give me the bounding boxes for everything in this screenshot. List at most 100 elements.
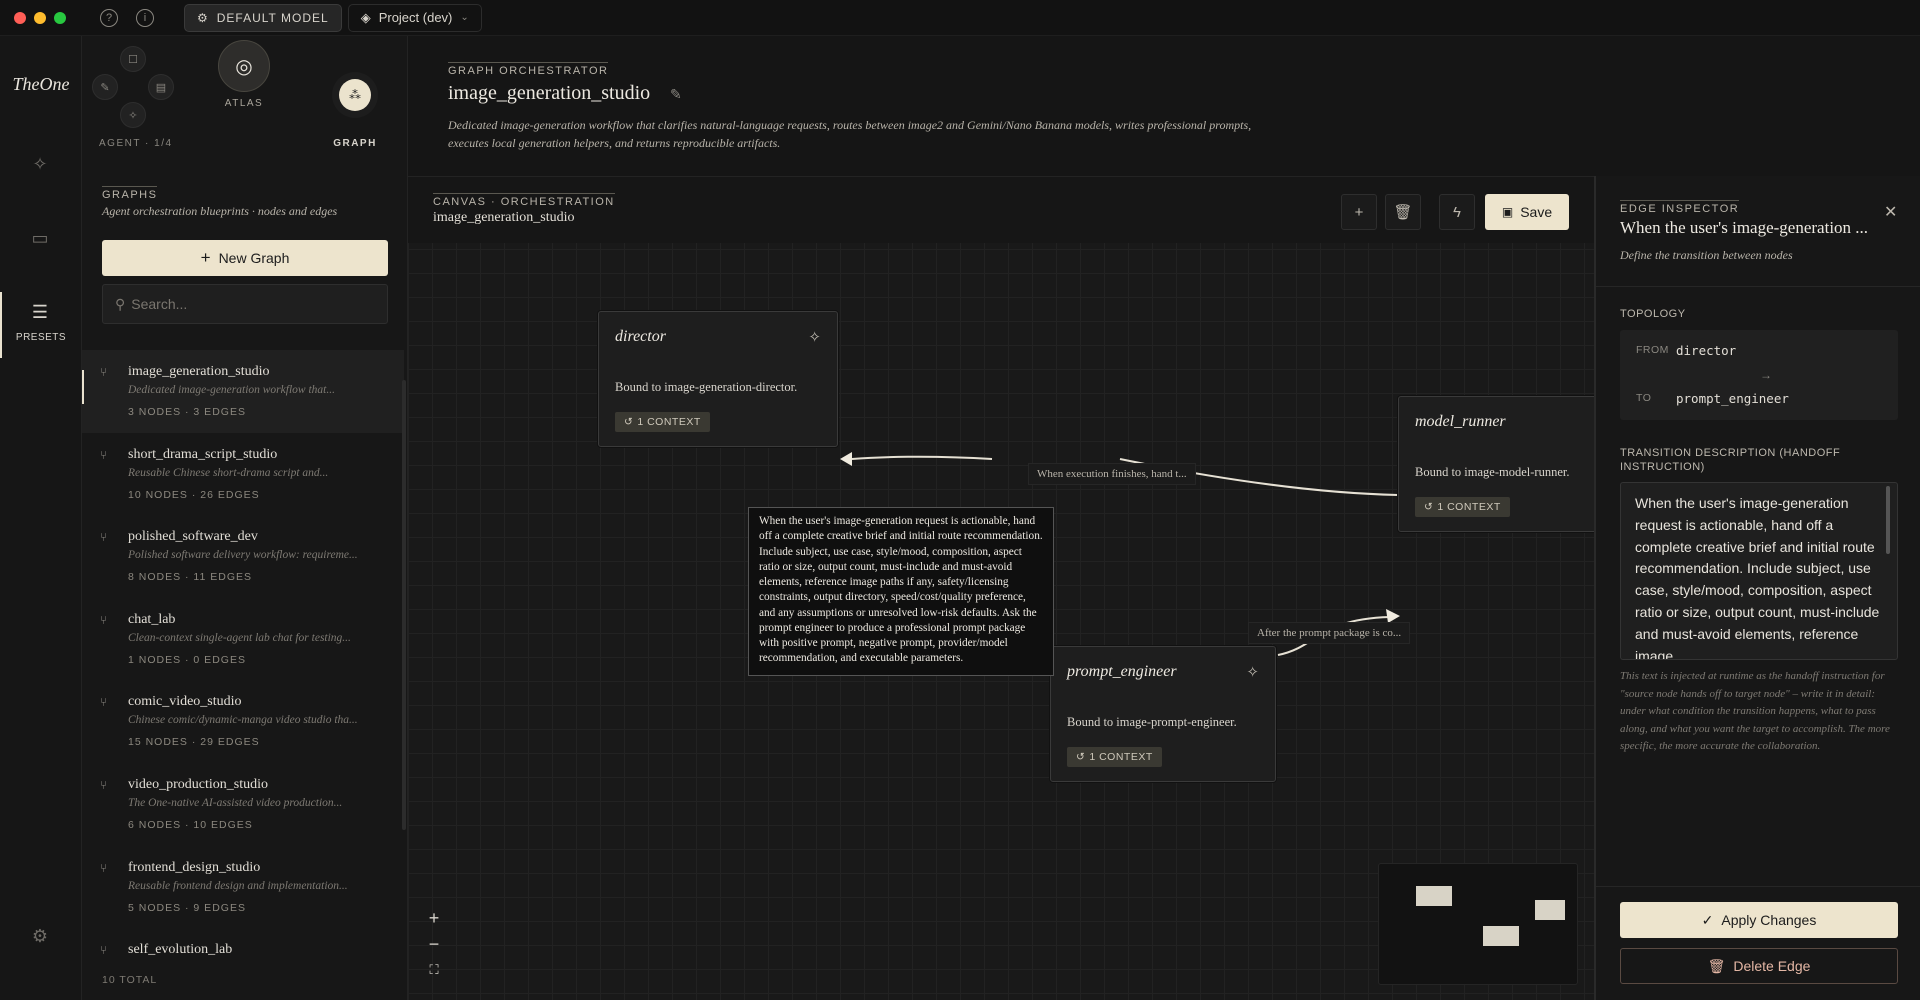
sparkle-icon[interactable]: ✧	[808, 328, 821, 346]
search-input[interactable]	[131, 296, 372, 312]
edge-runner-to-director-tail	[851, 455, 993, 460]
search-icon: ⚲	[115, 295, 126, 312]
minimap-node	[1416, 886, 1452, 906]
graphs-sidebar: ☐ ✎ ▤ ✧ AGENT · 1/4 ◎ ATLAS ⁂ GRAPH GRAP…	[82, 36, 408, 1000]
node-title: model_runner	[1415, 413, 1506, 430]
atlas-orbit-icon: ◎	[235, 55, 253, 78]
settings-gear-icon[interactable]: ⚙	[29, 926, 51, 948]
delete-edge-button[interactable]: 🗑 Delete Edge	[1620, 948, 1898, 984]
info-icon[interactable]: i	[136, 8, 154, 27]
divider	[1596, 286, 1920, 287]
arrowhead-runner	[1386, 609, 1400, 623]
agent-count-label: AGENT · 1/4	[99, 138, 173, 149]
textarea-scrollbar[interactable]	[1886, 486, 1890, 554]
graph-nodes-icon: ⁂	[339, 79, 371, 111]
graph-list-item[interactable]: ⑂ chat_lab Clean-context single-agent la…	[82, 598, 404, 681]
sidebar-scrollbar[interactable]	[402, 380, 406, 830]
node-description: Bound to image-model-runner.	[1415, 465, 1570, 479]
graph-list-item[interactable]: ⑂ video_production_studio The One-native…	[82, 763, 404, 846]
maximize-window-button[interactable]	[54, 11, 66, 24]
transition-description-textarea[interactable]: When the user's image-generation request…	[1620, 482, 1898, 660]
agent-cluster[interactable]: ☐ ✎ ▤ ✧	[88, 46, 178, 136]
node-prompt-engineer[interactable]: prompt_engineer ✧ Bound to image-prompt-…	[1050, 646, 1276, 782]
graph-item-meta: 6 NODES · 10 EDGES	[128, 818, 253, 831]
page-title: image_generation_studio	[448, 82, 651, 104]
layers-icon: ◈	[360, 9, 371, 25]
close-window-button[interactable]	[14, 11, 26, 24]
branch-icon: ⑂	[100, 447, 108, 462]
agent-sparkle-icon: ✧	[120, 102, 146, 128]
graph-item-meta: 3 NODES · 3 EDGES	[128, 406, 246, 418]
rail-item-presets[interactable]: ☰ PRESETS	[0, 292, 82, 358]
project-selector[interactable]: ◈ Project (dev) ⌄	[347, 3, 482, 32]
arrow-right-icon: →	[1760, 368, 1772, 382]
graph-item-name: comic_video_studio	[128, 694, 242, 710]
default-model-button[interactable]: ⚙ DEFAULT MODEL	[184, 3, 342, 32]
node-description: Bound to image-prompt-engineer.	[1067, 715, 1237, 729]
help-icon[interactable]: ?	[100, 8, 118, 27]
branch-icon: ⑂	[100, 695, 108, 710]
edit-pencil-icon[interactable]: ✎	[670, 86, 682, 103]
graph-list-item[interactable]: ⑂ frontend_design_studio Reusable fronte…	[82, 846, 404, 929]
node-description: Bound to image-generation-director.	[615, 380, 798, 394]
branch-icon: ⑂	[100, 860, 108, 875]
graph-item-description: The One-native AI-assisted video product…	[128, 796, 343, 809]
sliders-icon: ☰	[31, 302, 49, 322]
agent-pen-icon: ✎	[92, 74, 118, 100]
trash-icon: 🗑	[1707, 957, 1726, 974]
graph-item-name: frontend_design_studio	[128, 859, 261, 875]
to-key: TO	[1636, 392, 1652, 404]
graph-item-description: Polished software delivery workflow: req…	[128, 549, 358, 562]
sparkle-icon[interactable]: ✧	[1246, 663, 1259, 681]
atlas-button[interactable]: ◎	[218, 40, 270, 92]
context-badge: ↺ 1 CONTEXT	[1067, 747, 1162, 767]
minimap[interactable]	[1378, 863, 1578, 985]
history-icon: ↺	[1076, 751, 1086, 763]
apply-changes-button[interactable]: ✓ Apply Changes	[1620, 902, 1898, 938]
from-value: director	[1676, 343, 1737, 358]
context-badge-label: 1 CONTEXT	[1437, 501, 1501, 513]
minimize-window-button[interactable]	[34, 11, 46, 24]
graph-item-name: short_drama_script_studio	[128, 446, 278, 462]
graph-list-item[interactable]: ⑂ comic_video_studio Chinese comic/dynam…	[82, 680, 404, 763]
graph-item-name: polished_software_dev	[128, 529, 258, 545]
graph-list-item[interactable]: ⑂ short_drama_script_studio Reusable Chi…	[82, 433, 404, 516]
minimap-node	[1483, 926, 1519, 946]
title-bar: ? i ⚙ DEFAULT MODEL ◈ Project (dev) ⌄	[0, 0, 1920, 36]
graph-total-count: 10 TOTAL	[102, 974, 158, 986]
to-value: prompt_engineer	[1676, 391, 1789, 406]
model-icon: ⚙	[197, 10, 209, 25]
transition-description-label: TRANSITION DESCRIPTION (HANDOFF INSTRUCT…	[1620, 447, 1841, 474]
divider	[1596, 886, 1920, 887]
zoom-out-button[interactable]: −	[422, 931, 446, 957]
graph-list-item[interactable]: ⑂ polished_software_dev Polished softwar…	[82, 515, 404, 598]
new-graph-button[interactable]: + New Graph	[102, 240, 388, 276]
edge-label[interactable]: After the prompt package is co...	[1248, 622, 1411, 644]
agent-robot-icon: ☐	[120, 46, 146, 72]
graph-item-name: video_production_studio	[128, 776, 268, 792]
edge-label[interactable]: When execution finishes, hand t...	[1028, 463, 1196, 485]
node-title: prompt_engineer	[1067, 663, 1177, 680]
sparkle-icon[interactable]: ✧	[29, 154, 51, 176]
graph-item-name: chat_lab	[128, 611, 176, 627]
graph-mode-button[interactable]: ⁂	[332, 72, 378, 118]
node-model-runner[interactable]: model_runner Bound to image-model-runner…	[1398, 396, 1608, 532]
from-key: FROM	[1636, 344, 1669, 356]
graph-list-item[interactable]: ⑂ image_generation_studio Dedicated imag…	[82, 350, 404, 433]
zoom-in-button[interactable]: +	[422, 905, 446, 931]
close-icon[interactable]: ✕	[1884, 202, 1897, 222]
edge-inspector-panel: EDGE INSPECTOR When the user's image-gen…	[1594, 176, 1920, 1000]
plus-icon: +	[200, 248, 211, 267]
folder-icon[interactable]: ▭	[29, 228, 51, 250]
node-director[interactable]: director ✧ Bound to image-generation-dir…	[598, 311, 838, 447]
help-text: This text is injected at runtime as the …	[1620, 670, 1890, 753]
topology-label: TOPOLOGY	[1620, 308, 1686, 320]
fit-view-button[interactable]: ⛶	[422, 957, 446, 983]
apply-label: Apply Changes	[1721, 912, 1817, 928]
graph-item-name: image_generation_studio	[128, 364, 270, 379]
agent-doc-icon: ▤	[148, 74, 174, 100]
branch-icon: ⑂	[100, 530, 108, 545]
branch-icon: ⑂	[100, 777, 108, 792]
graph-item-name: self_evolution_lab	[128, 942, 233, 958]
orchestration-canvas[interactable]: CANVAS · ORCHESTRATION image_generation_…	[408, 176, 1608, 1000]
